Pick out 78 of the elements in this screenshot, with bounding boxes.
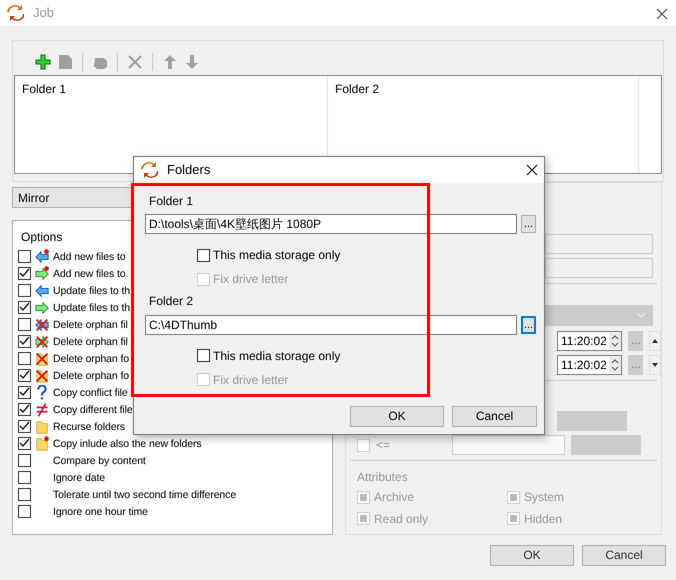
ok-button[interactable]: OK	[490, 545, 574, 566]
option-label: Delete orphan fil	[53, 318, 128, 332]
checkbox[interactable]	[18, 437, 31, 450]
spinner-icon[interactable]	[609, 357, 622, 373]
checkbox[interactable]	[197, 349, 210, 362]
attribute-label: Read only	[374, 512, 428, 526]
option-label: Copy different file	[53, 404, 133, 416]
option-label: Recurse folders	[53, 420, 126, 434]
cancel-button[interactable]: Cancel	[582, 545, 666, 566]
text-field[interactable]	[545, 234, 653, 254]
attribute-label: Archive	[374, 490, 414, 505]
attributes-title: Attributes	[357, 470, 408, 484]
option-label: Add new files to	[53, 268, 126, 280]
checkbox[interactable]	[18, 352, 31, 366]
down-arrow-icon	[652, 363, 658, 367]
chevron-icon	[636, 312, 646, 318]
cancel-button[interactable]: Cancel	[452, 406, 537, 427]
option-label: Copy conflict file	[53, 386, 128, 400]
ok-button[interactable]: OK	[350, 406, 444, 427]
add-icon[interactable]	[35, 54, 51, 70]
folder-label: Folder 1	[149, 194, 194, 208]
time-field[interactable]: 11:20:02	[557, 355, 622, 375]
option-label: Update files to th	[53, 284, 130, 298]
checkbox[interactable]	[18, 369, 31, 382]
option-label: Ignore one hour time	[53, 506, 148, 518]
option-label: Delete orphan fil	[53, 336, 128, 348]
checkbox-label: Fix drive letter	[213, 272, 288, 287]
checkbox-label: Fix drive letter	[213, 372, 288, 387]
column-header[interactable]: Folder 2	[335, 82, 380, 96]
column-header[interactable]: Folder 1	[22, 82, 66, 96]
spinner-icon[interactable]	[609, 333, 622, 349]
folder-label: Folder 2	[149, 294, 194, 309]
step-button[interactable]	[649, 331, 661, 351]
time-value: 11:20:02	[561, 358, 607, 372]
browse-button[interactable]: ...	[521, 316, 536, 334]
option-label: Ignore date	[53, 472, 106, 484]
browse-button[interactable]: ...	[521, 215, 536, 234]
checkbox[interactable]	[197, 248, 210, 262]
checkbox[interactable]	[18, 284, 31, 298]
window-title: Job	[33, 5, 54, 21]
options-title: Options	[21, 230, 62, 244]
app-logo-icon	[140, 161, 158, 179]
close-icon[interactable]	[656, 8, 668, 20]
checkbox[interactable]	[18, 488, 31, 502]
path-field[interactable]: D:\tools\桌面\4K壁纸图片 1080P	[145, 214, 518, 234]
time-field[interactable]: 11:20:02	[557, 331, 622, 351]
checkbox-label: This media storage only	[213, 348, 340, 363]
checkbox-label: This media storage only	[213, 248, 340, 263]
checkbox[interactable]	[18, 420, 31, 434]
up-arrow-icon	[652, 339, 658, 343]
checkbox[interactable]	[18, 335, 31, 348]
checkbox[interactable]	[18, 386, 31, 400]
checkbox[interactable]	[18, 471, 31, 484]
option-label: Update files to th	[53, 302, 130, 314]
option-label: Copy inlude also the new folders	[53, 438, 202, 450]
checkbox[interactable]	[18, 267, 31, 280]
checkbox[interactable]	[18, 250, 31, 264]
checkbox[interactable]	[18, 403, 31, 416]
attribute-label: Hidden	[524, 512, 562, 526]
checkbox[interactable]	[18, 318, 31, 332]
close-icon[interactable]	[526, 164, 538, 176]
size-field[interactable]	[452, 435, 565, 455]
dialog-title: Folders	[167, 162, 210, 178]
path-field[interactable]: C:\4DThumb	[145, 314, 518, 335]
option-label: Delete orphan fo	[53, 352, 130, 366]
checkbox[interactable]	[18, 505, 31, 518]
step-button[interactable]	[649, 355, 661, 375]
operator-label: <=	[376, 438, 392, 452]
app-logo-icon	[6, 4, 24, 22]
option-label: Tolerate until two second time difference	[53, 488, 236, 502]
option-label: Delete orphan fo	[53, 370, 130, 382]
checkbox[interactable]	[18, 301, 31, 314]
attribute-label: System	[524, 490, 564, 505]
option-label: Compare by content	[53, 454, 146, 468]
text-field[interactable]	[545, 258, 653, 278]
option-label: Add new files to	[53, 250, 126, 264]
time-value: 11:20:02	[561, 334, 607, 348]
checkbox[interactable]	[18, 454, 31, 468]
